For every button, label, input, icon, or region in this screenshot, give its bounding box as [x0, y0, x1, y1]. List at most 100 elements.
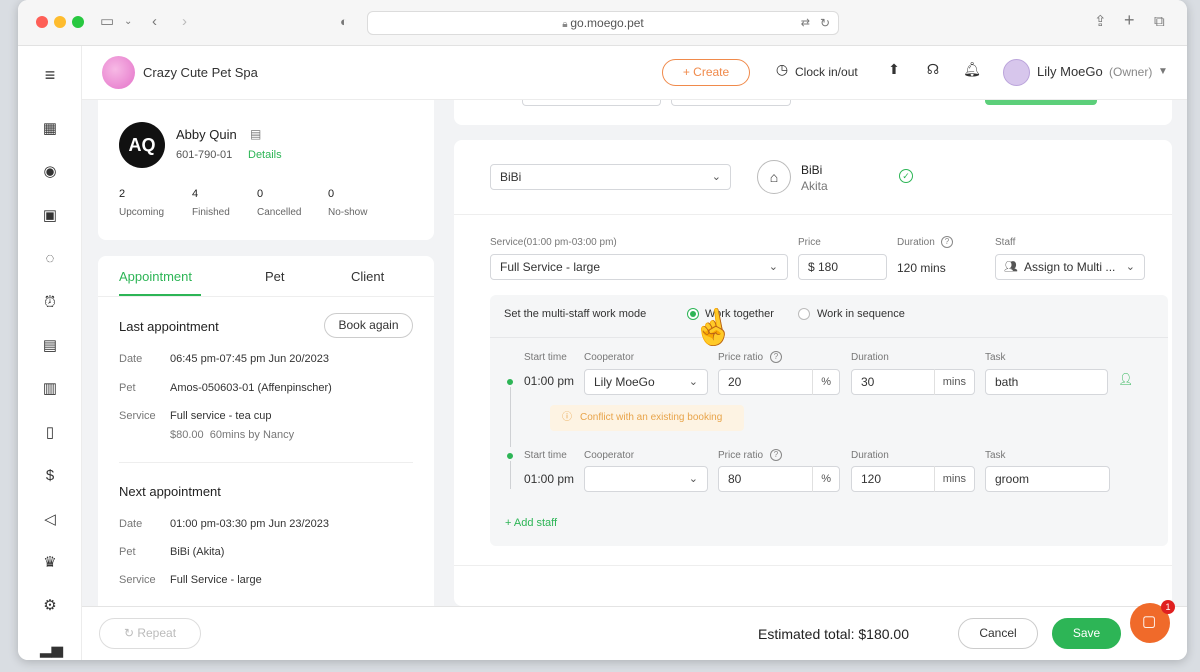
add-staff-button[interactable]: + Add staff — [505, 517, 557, 529]
client-name[interactable]: Abby Quin — [176, 127, 237, 142]
radio-work-in-sequence[interactable] — [798, 308, 810, 320]
divider — [454, 214, 1172, 215]
user-name[interactable]: Lily MoeGo — [1037, 64, 1103, 79]
price-ratio-value: 20 — [728, 375, 742, 389]
cooperator-select[interactable]: Lily MoeGo ⌄ — [584, 369, 708, 395]
duration-label: Duration — [851, 352, 889, 363]
date-field[interactable] — [522, 100, 661, 106]
minimize-window-button[interactable] — [54, 16, 66, 28]
pet-label: Pet — [119, 382, 136, 394]
clock-in-out-button[interactable]: Clock in/out — [795, 65, 858, 79]
crown-icon[interactable]: ♛ — [40, 553, 60, 573]
service-select[interactable]: Full Service - large ⌄ — [490, 254, 788, 280]
bell-icon[interactable]: 🔔︎ — [962, 61, 982, 78]
maximize-window-button[interactable] — [72, 16, 84, 28]
shield-icon[interactable]: ◐ — [340, 13, 348, 31]
price-ratio-value: 80 — [728, 472, 742, 486]
card-icon[interactable]: ▤ — [250, 127, 261, 141]
timeline-dot — [507, 379, 513, 385]
service-label: Service — [119, 410, 156, 422]
duration-input[interactable]: 30 mins — [851, 369, 975, 395]
client-phone: 601-790-01 — [176, 149, 233, 161]
history-card: Appointment Pet Client Last appointment Bo… — [98, 256, 434, 606]
chat-launcher-button[interactable]: ▢ 1 — [1130, 600, 1175, 643]
menu-icon[interactable]: ≡ — [40, 65, 60, 85]
cooperator-select[interactable]: ⌄ — [584, 466, 708, 492]
calendar-icon[interactable]: ▦ — [40, 119, 60, 139]
dollar-icon[interactable]: $ — [40, 466, 60, 486]
client-card: AQ Abby Quin ▤ 601-790-01 Details 2 Upcom… — [98, 100, 434, 240]
task-input[interactable]: bath — [985, 369, 1108, 395]
share-icon[interactable]: ⇪ — [1094, 13, 1107, 31]
work-in-sequence-label[interactable]: Work in sequence — [817, 308, 905, 320]
dog-icon[interactable]: ◉ — [40, 162, 60, 182]
close-window-button[interactable] — [36, 16, 48, 28]
settings-icon[interactable]: ⚙ — [40, 596, 60, 616]
translate-icon[interactable]: ⇄ — [801, 12, 810, 34]
help-icon[interactable]: ? — [770, 449, 782, 461]
stat-value: 0 — [257, 188, 264, 200]
price-ratio-input[interactable]: 20% — [718, 369, 840, 395]
service-select-value: Full Service - large — [500, 260, 601, 274]
staff-select-value: Assign to Multi ... — [1024, 260, 1116, 274]
next-appointment-service: Full Service - large — [170, 574, 262, 586]
tabs-overview-icon[interactable]: ⧉ — [1154, 13, 1165, 31]
help-icon[interactable]: ? — [941, 236, 953, 248]
chevron-down-icon: ⌄ — [688, 376, 698, 388]
help-icon[interactable]: ? — [770, 351, 782, 363]
divider — [490, 337, 1168, 338]
start-time-label: Start time — [524, 352, 567, 363]
retail-icon[interactable]: ▣ — [40, 206, 60, 226]
duration-value: 120 mins — [897, 261, 946, 275]
main-content: AQ Abby Quin ▤ 601-790-01 Details 2 Upcom… — [82, 100, 1187, 606]
schedule-icon[interactable]: ▤ — [40, 336, 60, 356]
document-icon[interactable]: ▯ — [40, 423, 60, 443]
save-button[interactable]: Save — [1052, 618, 1121, 649]
price-input[interactable]: $ 180 — [798, 254, 887, 280]
cooperator-value: Lily MoeGo — [594, 375, 655, 389]
upload-icon[interactable]: ⬆ — [884, 61, 904, 78]
chart-icon[interactable]: ▂▅ — [40, 640, 63, 660]
timeline-line — [510, 461, 511, 489]
address-bar[interactable]: 🔒︎ go.moego.pet ⇄ ↻ — [367, 11, 839, 35]
tab-pet[interactable]: Pet — [265, 269, 285, 284]
headset-icon[interactable]: ☊ — [923, 61, 943, 78]
new-tab-icon[interactable]: + — [1124, 11, 1135, 29]
mins-unit: mins — [933, 466, 974, 492]
details-link[interactable]: Details — [248, 149, 282, 161]
time-field[interactable] — [671, 100, 791, 106]
hand-cursor-icon: ☝ — [689, 305, 738, 351]
repeat-button[interactable]: ↻ Repeat — [99, 618, 201, 649]
book-again-button[interactable]: Book again — [324, 313, 413, 338]
warning-icon: ⓘ — [562, 412, 572, 423]
clipboard-icon[interactable]: ▥ — [40, 379, 60, 399]
alarm-icon[interactable]: ⏰︎ — [40, 293, 60, 313]
start-time-value: 01:00 pm — [524, 472, 575, 486]
tab-client[interactable]: Client — [351, 269, 384, 284]
forward-icon[interactable]: › — [182, 13, 187, 31]
cooperator-label: Cooperator — [584, 450, 635, 461]
timeline-dot — [507, 453, 513, 459]
chevron-down-icon[interactable]: ▼ — [1158, 66, 1168, 77]
message-icon[interactable]: ◌ — [40, 249, 60, 269]
notification-badge: 1 — [1161, 600, 1175, 614]
cancel-button[interactable]: Cancel — [958, 618, 1038, 649]
avatar[interactable] — [1003, 59, 1030, 86]
percent-unit: % — [812, 369, 839, 395]
price-ratio-input[interactable]: 80% — [718, 466, 840, 492]
duration-input[interactable]: 120 mins — [851, 466, 975, 492]
sidebar-toggle-icon[interactable]: ▭ — [100, 13, 114, 31]
green-button[interactable] — [985, 100, 1097, 105]
create-button[interactable]: + Create — [662, 59, 750, 86]
task-input[interactable]: groom — [985, 466, 1110, 492]
tab-appointment[interactable]: Appointment — [119, 269, 192, 284]
timeline-line — [510, 387, 511, 447]
user-check-icon[interactable]: 👤︎ — [1118, 372, 1133, 386]
reload-icon[interactable]: ↻ — [820, 12, 830, 34]
back-icon[interactable]: ‹ — [152, 13, 157, 31]
pet-select[interactable]: BiBi ⌄ — [490, 164, 731, 190]
staff-select[interactable]: 👥︎ Assign to Multi ... ⌄ — [995, 254, 1145, 280]
sidebar: ≡ ▦ ◉ ▣ ◌ ⏰︎ ▤ ▥ ▯ $ ◁ ♛ ⚙ ▂▅ — [18, 46, 82, 660]
megaphone-icon[interactable]: ◁ — [40, 510, 60, 530]
chevron-down-icon[interactable]: ⌄ — [124, 13, 132, 31]
